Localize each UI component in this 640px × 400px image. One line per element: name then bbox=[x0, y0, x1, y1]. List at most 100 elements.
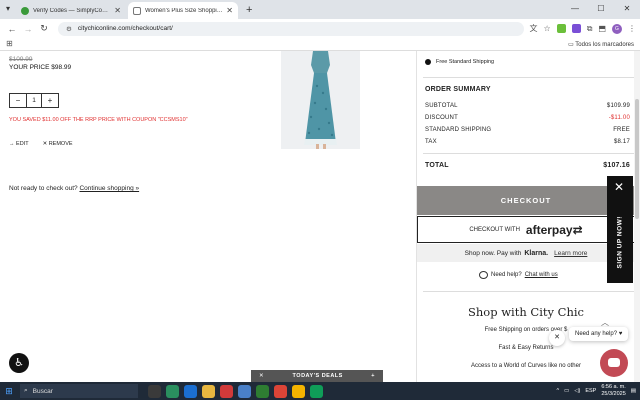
signup-tab[interactable]: ✕ SIGN UP NOW! bbox=[607, 176, 633, 283]
forward-arrow-icon[interactable]: → bbox=[20, 24, 36, 34]
apps-grid-icon[interactable]: ⊞ bbox=[6, 39, 13, 48]
file-explorer-icon[interactable] bbox=[202, 384, 215, 398]
radio-selected-icon[interactable] bbox=[425, 59, 431, 65]
tab-title: Verify Codes — SimplyCodes bbox=[33, 7, 112, 14]
tab-city-chic[interactable]: Women's Plus Size Shopping C ✕ bbox=[128, 2, 238, 19]
expand-deals-icon[interactable]: + bbox=[371, 373, 375, 379]
extension-purple-icon[interactable] bbox=[571, 24, 581, 33]
klarna-banner: Shop now. Pay with Klarna. Learn more bbox=[417, 244, 635, 262]
close-signup-icon[interactable]: ✕ bbox=[614, 181, 624, 193]
help-row: Need help? Chat with us bbox=[479, 271, 558, 279]
bookmarks-bar: ⊞ ▭ Todos los marcadores bbox=[0, 38, 640, 51]
close-deals-icon[interactable]: ✕ bbox=[259, 373, 264, 379]
close-chat-tip-icon[interactable]: ✕ bbox=[549, 330, 565, 346]
remove-button[interactable]: ✕ REMOVE bbox=[43, 141, 73, 147]
close-tab-icon[interactable]: ✕ bbox=[114, 6, 121, 15]
shipping-option[interactable]: Free Standard Shipping bbox=[425, 59, 494, 65]
todays-deals-bar[interactable]: ✕ TODAY'S DEALS + bbox=[251, 370, 383, 382]
scrollbar-thumb[interactable] bbox=[635, 99, 639, 219]
edit-button[interactable]: → EDIT bbox=[9, 141, 29, 147]
app-icon[interactable] bbox=[220, 384, 233, 398]
summary-row-shipping: STANDARD SHIPPING FREE bbox=[425, 127, 630, 133]
maximize-icon[interactable]: ☐ bbox=[588, 0, 614, 19]
dress-image-icon bbox=[281, 51, 360, 149]
taskbar-search[interactable]: ⌕ Buscar bbox=[20, 384, 138, 398]
decrease-quantity-icon[interactable]: − bbox=[10, 94, 26, 107]
summary-row-subtotal: SUBTOTAL $109.99 bbox=[425, 103, 630, 109]
volume-icon[interactable]: ◁) bbox=[574, 388, 580, 394]
remove-x-icon: ✕ bbox=[42, 141, 48, 147]
app-icon[interactable] bbox=[256, 384, 269, 398]
extensions-puzzle-icon[interactable]: ⧉ bbox=[587, 24, 593, 34]
item-actions: → EDIT ✕ REMOVE bbox=[9, 141, 73, 147]
app-icon[interactable] bbox=[166, 384, 179, 398]
app-icon[interactable] bbox=[238, 384, 251, 398]
translate-icon[interactable]: 文 bbox=[530, 23, 538, 34]
chrome-icon[interactable] bbox=[274, 384, 287, 398]
extension-green-icon[interactable] bbox=[556, 24, 566, 33]
klarna-logo: Klarna. bbox=[524, 249, 549, 257]
language-indicator[interactable]: ESP bbox=[585, 388, 596, 394]
chat-icon bbox=[608, 358, 620, 367]
new-tab-plus-icon[interactable]: + bbox=[240, 2, 258, 19]
windows-taskbar: ⊞ ⌕ Buscar ^ ▭ ◁) ESP 6:56 a. m. 25/3/20… bbox=[0, 382, 640, 400]
rrp-price: $109.99 bbox=[9, 56, 33, 63]
toolbar-icons: 文 ☆ ⧉ ⬒ G ⋮ bbox=[530, 23, 636, 34]
klarna-learn-more-link[interactable]: Learn more bbox=[554, 250, 587, 257]
continue-shopping-row: Not ready to check out? Continue shoppin… bbox=[9, 185, 139, 192]
site-info-icon[interactable]: ⚙ bbox=[66, 25, 72, 33]
minimize-icon[interactable]: — bbox=[562, 0, 588, 19]
increase-quantity-icon[interactable]: + bbox=[42, 94, 58, 107]
all-bookmarks-link[interactable]: ▭ Todos los marcadores bbox=[568, 41, 634, 48]
tab-strip: ▾ Verify Codes — SimplyCodes ✕ Women's P… bbox=[0, 0, 640, 19]
order-summary-title: ORDER SUMMARY bbox=[425, 86, 491, 93]
address-bar[interactable]: ⚙ citychiconline.com/checkout/cart/ bbox=[58, 21, 524, 36]
afterpay-checkout-button[interactable]: CHECKOUT WITH afterpay⇄ bbox=[417, 216, 635, 243]
accessibility-icon: ♿ bbox=[14, 357, 24, 369]
bookmark-star-icon[interactable]: ☆ bbox=[544, 24, 551, 33]
url-text: citychiconline.com/checkout/cart/ bbox=[77, 25, 173, 32]
page-content: $109.99 YOUR PRICE $98.99 − 1 + YOU SAVE… bbox=[0, 51, 640, 382]
reload-icon[interactable]: ↻ bbox=[36, 23, 52, 34]
tab-verify-codes[interactable]: Verify Codes — SimplyCodes ✕ bbox=[16, 2, 126, 19]
close-tab-icon[interactable]: ✕ bbox=[226, 6, 233, 15]
your-price: YOUR PRICE $98.99 bbox=[9, 64, 72, 71]
windows-start-icon[interactable]: ⊞ bbox=[0, 386, 18, 397]
network-icon[interactable]: ▭ bbox=[564, 388, 569, 394]
notifications-icon[interactable]: ▤ bbox=[631, 388, 636, 394]
chat-with-us-link[interactable]: Chat with us bbox=[525, 272, 558, 278]
quantity-value[interactable]: 1 bbox=[26, 94, 42, 107]
menu-kebab-icon[interactable]: ⋮ bbox=[628, 24, 636, 33]
afterpay-logo: afterpay⇄ bbox=[525, 222, 583, 237]
afterpay-arrows-icon: ⇄ bbox=[572, 222, 583, 237]
window-controls: — ☐ ✕ bbox=[562, 0, 640, 19]
checkout-button[interactable]: CHECKOUT bbox=[417, 186, 635, 215]
page-favicon-icon bbox=[133, 6, 141, 15]
quantity-stepper: − 1 + bbox=[9, 93, 59, 108]
edge-icon[interactable] bbox=[184, 384, 197, 398]
accessibility-button[interactable]: ♿ bbox=[9, 353, 29, 373]
chat-tooltip[interactable]: Need any help? ♥ bbox=[569, 327, 629, 341]
back-arrow-icon[interactable]: ← bbox=[4, 24, 20, 34]
downloads-icon[interactable]: ⬒ bbox=[598, 24, 606, 33]
clock[interactable]: 6:56 a. m. 25/3/2025 bbox=[601, 384, 625, 398]
not-ready-text: Not ready to check out? bbox=[9, 185, 78, 192]
todays-deals-label: TODAY'S DEALS bbox=[292, 373, 343, 379]
signup-text: SIGN UP NOW! bbox=[616, 216, 624, 269]
continue-shopping-link[interactable]: Continue shopping » bbox=[79, 185, 139, 192]
product-image[interactable] bbox=[281, 51, 360, 149]
chrome-icon[interactable] bbox=[292, 384, 305, 398]
close-window-icon[interactable]: ✕ bbox=[614, 0, 640, 19]
browser-toolbar: ← → ↻ ⚙ citychiconline.com/checkout/cart… bbox=[0, 19, 640, 38]
cart-items: $109.99 YOUR PRICE $98.99 − 1 + YOU SAVE… bbox=[0, 51, 416, 382]
summary-row-discount: DISCOUNT -$11.00 bbox=[425, 115, 630, 121]
tray-chevron-icon[interactable]: ^ bbox=[556, 388, 559, 394]
task-view-icon[interactable] bbox=[148, 384, 161, 398]
chat-launcher-button[interactable] bbox=[600, 349, 628, 377]
summary-row-total: TOTAL $107.16 bbox=[425, 162, 630, 169]
edit-arrow-icon: → bbox=[9, 141, 15, 147]
profile-avatar[interactable]: G bbox=[612, 23, 622, 34]
page-scrollbar[interactable] bbox=[634, 51, 640, 382]
tab-search-icon[interactable]: ▾ bbox=[6, 4, 10, 13]
chrome-icon[interactable] bbox=[310, 384, 323, 398]
